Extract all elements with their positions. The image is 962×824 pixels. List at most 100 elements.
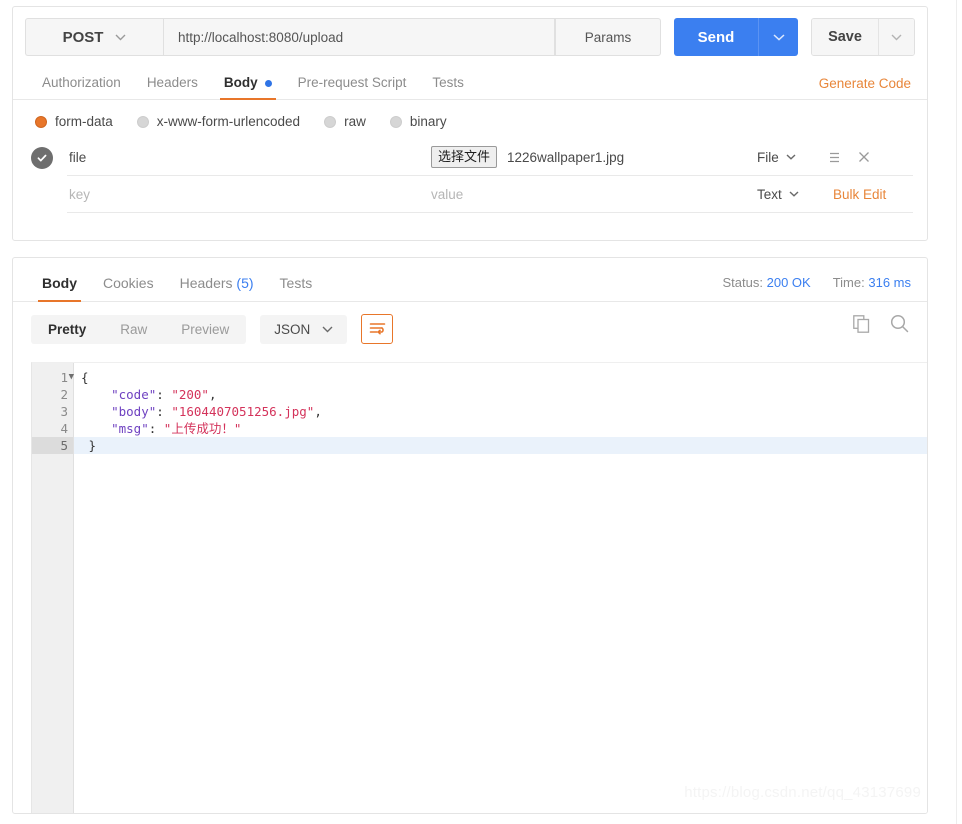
word-wrap-button[interactable] [361,314,393,344]
response-body-viewer[interactable]: 1 ▼ 2 3 4 5 { "code": "200", "body": "16… [31,362,927,813]
code-token: "200" [171,387,209,402]
code-line: "code": "200", [74,386,927,403]
code-token: "code" [81,387,156,402]
body-type-urlencoded[interactable]: x-www-form-urlencoded [137,114,300,129]
save-options-button[interactable] [878,19,914,55]
radio-icon [35,116,47,128]
search-button[interactable] [890,314,909,338]
view-mode-raw[interactable]: Raw [103,315,164,344]
url-input[interactable]: http://localhost:8080/upload [163,18,555,56]
chevron-down-icon [786,154,796,160]
key-input[interactable]: file [67,139,429,176]
tab-pre-request-script[interactable]: Pre-request Script [285,75,420,99]
chevron-down-icon [891,34,902,41]
save-button[interactable]: Save [812,19,878,55]
code-line: "msg": "上传成功！" [74,420,927,437]
status-value: 200 OK [767,275,811,290]
value-type-selector-text[interactable]: Text [757,187,819,202]
body-type-label: binary [410,114,447,129]
key-input[interactable]: key [67,176,429,213]
tab-tests[interactable]: Tests [419,75,477,99]
view-mode-pretty[interactable]: Pretty [31,315,103,344]
tab-headers[interactable]: Headers [134,75,211,99]
body-type-binary[interactable]: binary [390,114,447,129]
body-type-raw[interactable]: raw [324,114,366,129]
line-number: 5 [32,437,73,454]
save-group: Save [811,18,915,56]
code-token: } [81,438,96,453]
body-type-radio-group: form-data x-www-form-urlencoded raw bina… [13,100,927,139]
value-type-selector-file[interactable]: File [757,150,819,165]
bulk-edit-link[interactable]: Bulk Edit [833,187,886,202]
time-value: 316 ms [868,275,911,290]
view-mode-preview[interactable]: Preview [164,315,246,344]
tab-label: Headers [147,75,198,90]
code-token: "上传成功！" [164,421,242,436]
line-number: 3 [32,403,73,420]
code-token: "msg" [81,421,149,436]
window-right-edge [956,0,962,824]
choose-file-button[interactable]: 选择文件 [431,146,497,168]
chevron-down-icon [322,326,333,333]
selected-file-name: 1226wallpaper1.jpg [507,150,624,165]
code-token: , [314,404,322,419]
fold-toggle-icon[interactable]: ▼ [63,369,74,386]
request-panel: POST http://localhost:8080/upload Params… [12,6,928,241]
value-file-cell[interactable]: 选择文件 1226wallpaper1.jpg [429,139,743,176]
code-area[interactable]: { "code": "200", "body": "1604407051256.… [74,363,927,813]
code-token: : [149,421,164,436]
line-number: 1 ▼ [32,369,73,386]
search-icon [890,314,909,333]
value-input[interactable]: value [429,176,743,213]
value-type-label: Text [757,187,782,202]
radio-icon [137,116,149,128]
tab-label: Headers [180,275,233,291]
body-type-label: raw [344,114,366,129]
code-token: "body" [81,404,156,419]
code-token: : [156,404,171,419]
tab-body[interactable]: Body [211,75,285,99]
format-selector[interactable]: JSON [260,315,347,344]
radio-icon [390,116,402,128]
tab-label: Cookies [103,275,154,291]
status-label: Status: [723,275,763,290]
row-enabled-checkbox[interactable] [31,147,53,169]
row-description-button[interactable] [819,139,849,175]
line-number-gutter: 1 ▼ 2 3 4 5 [32,363,74,813]
row-delete-button[interactable] [849,139,879,175]
response-meta: Status: 200 OK Time: 316 ms [723,275,911,290]
line-number: 2 [32,386,73,403]
table-row: file 选择文件 1226wallpaper1.jpg File [13,139,927,176]
body-type-label: form-data [55,114,113,129]
tab-label: Tests [432,75,464,90]
params-button[interactable]: Params [555,18,661,56]
tab-label: Body [224,75,258,90]
url-text: http://localhost:8080/upload [178,30,343,45]
send-options-button[interactable] [758,18,798,56]
list-lines-icon [828,152,841,163]
body-type-form-data[interactable]: form-data [35,114,113,129]
request-tab-bar: Authorization Headers Body Pre-request S… [13,67,927,100]
tab-authorization[interactable]: Authorization [29,75,134,99]
response-tab-tests[interactable]: Tests [267,275,326,301]
code-line: } [74,437,927,454]
chevron-down-icon [115,34,126,41]
body-type-label: x-www-form-urlencoded [157,114,300,129]
value-type-label: File [757,150,779,165]
row-controls: File [743,139,913,176]
chevron-down-icon [773,34,785,41]
response-tab-body[interactable]: Body [29,275,90,301]
send-button[interactable]: Send [674,18,758,56]
format-label: JSON [274,322,310,337]
tab-label: Authorization [42,75,121,90]
generate-code-link[interactable]: Generate Code [819,76,911,91]
row-controls: Text Bulk Edit [743,176,913,213]
response-tab-cookies[interactable]: Cookies [90,275,167,301]
table-row: key value Text Bulk Edit [13,176,927,213]
time-label: Time: [833,275,865,290]
send-group: Send [674,18,798,56]
response-tab-headers[interactable]: Headers (5) [167,275,267,301]
method-selector[interactable]: POST [25,18,163,56]
copy-button[interactable] [853,315,870,338]
headers-count: (5) [236,275,253,291]
